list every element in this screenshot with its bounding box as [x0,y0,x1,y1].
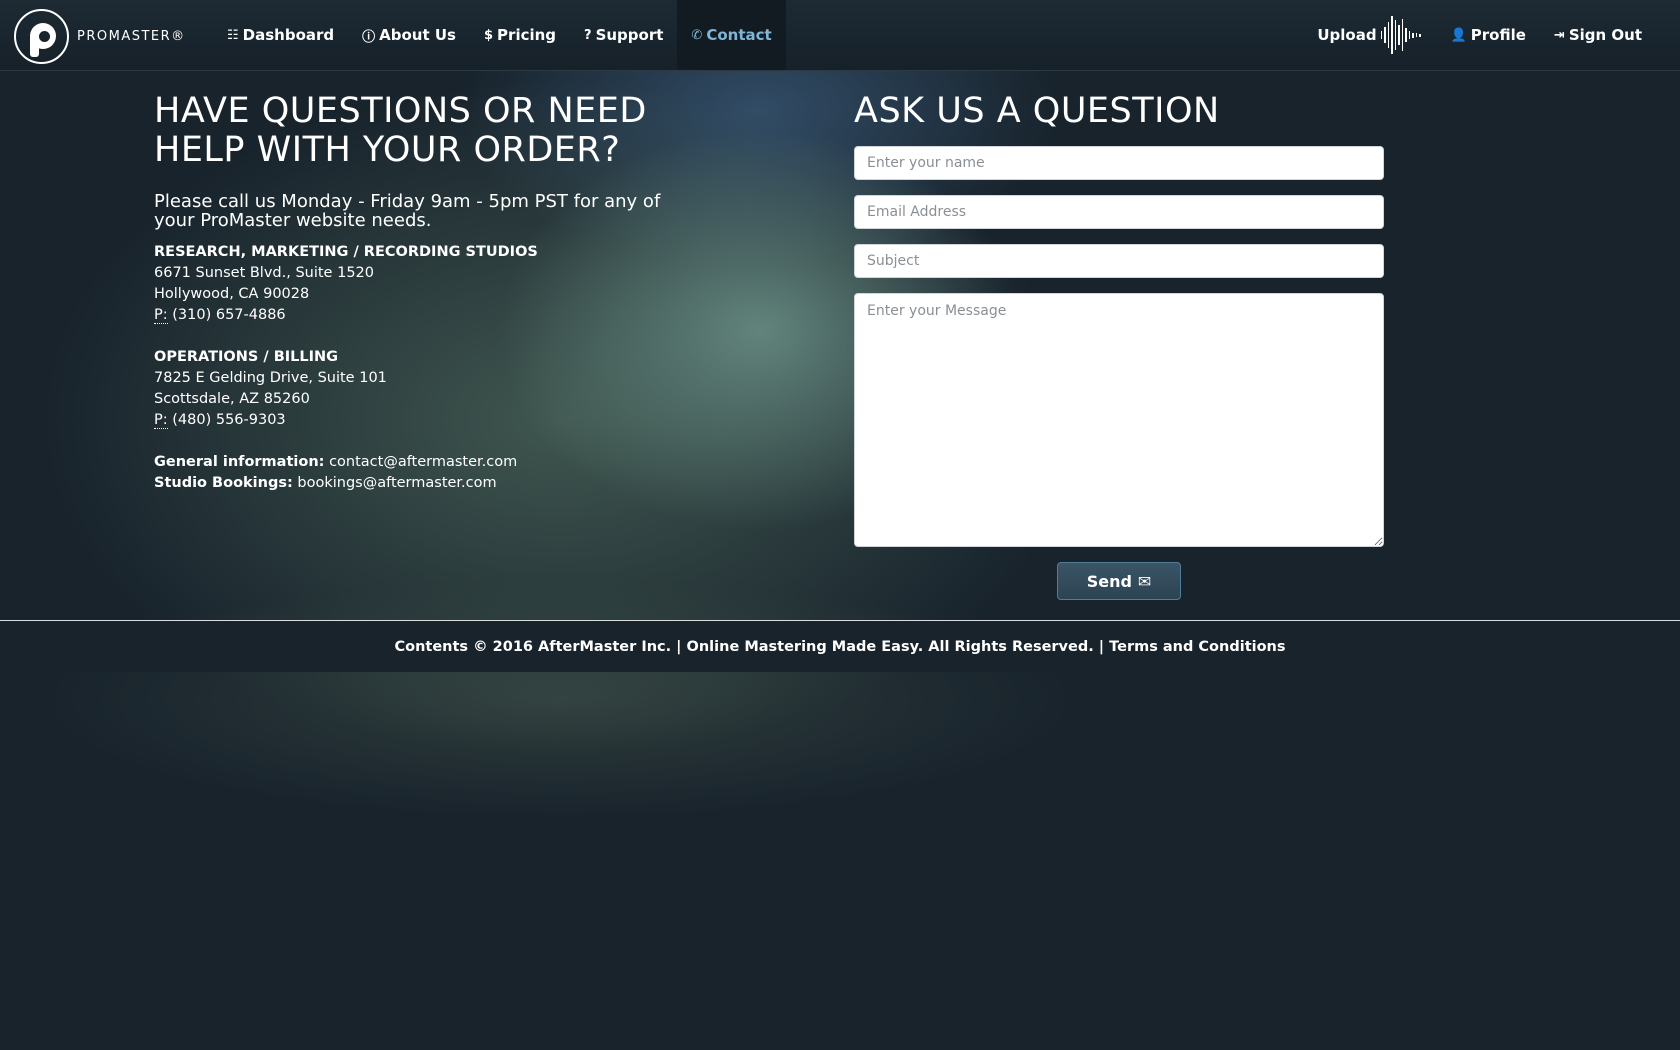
nav-contact-label: Contact [706,26,772,44]
bookings-email-link[interactable]: bookings@aftermaster.com [297,475,496,491]
office-phone: P: (480) 556-9303 [154,410,674,431]
nav-dashboard[interactable]: ☷ Dashboard [213,0,348,70]
nav-support-label: Support [595,26,664,44]
upload-label: Upload [1317,26,1377,44]
top-navbar: PROMASTER® ☷ Dashboard ⓘ About Us $ Pric… [0,0,1680,71]
terms-link[interactable]: Terms and Conditions [1109,639,1285,655]
office-address-line1: 7825 E Gelding Drive, Suite 101 [154,370,387,386]
general-email-link[interactable]: contact@aftermaster.com [329,454,517,470]
phone-icon: ✆ [691,27,703,43]
office-address-line2: Scottsdale, AZ 85260 [154,391,310,407]
nav-about-us-label: About Us [379,26,456,44]
email-input[interactable] [854,195,1384,229]
footer-text: Contents © 2016 AfterMaster Inc. | Onlin… [394,638,1105,655]
upload-button[interactable]: Upload [1303,0,1436,70]
promaster-p-logo-icon [14,8,69,64]
soundwave-icon [1380,15,1423,55]
sign-out-icon: ⇥ [1553,27,1565,43]
general-info: General information: contact@aftermaster… [154,452,674,473]
sign-out-label: Sign Out [1568,26,1642,44]
studio-bookings: Studio Bookings: bookings@aftermaster.co… [154,473,674,494]
envelope-icon: ✉ [1137,571,1152,591]
nav-pricing[interactable]: $ Pricing [470,0,570,70]
brand-name: PROMASTER® [77,28,186,44]
contact-intro: Please call us Monday - Friday 9am - 5pm… [154,191,661,231]
office-phone: P: (310) 657-4886 [154,305,674,326]
office-address-line1: 6671 Sunset Blvd., Suite 1520 [154,265,374,281]
user-icon: 👤 [1450,27,1467,43]
profile-button[interactable]: 👤 Profile [1437,0,1540,70]
nav-dashboard-label: Dashboard [242,26,335,44]
info-circle-icon: ⓘ [362,29,376,45]
nav-contact[interactable]: ✆ Contact [677,0,786,70]
contact-heading: HAVE QUESTIONS OR NEED HELP WITH YOUR OR… [154,91,647,170]
subject-input[interactable] [854,244,1384,278]
question-circle-icon: ? [584,27,592,43]
name-input[interactable] [854,146,1384,180]
office-research: RESEARCH, MARKETING / RECORDING STUDIOS … [154,242,674,494]
studio-bookings-label: Studio Bookings: [154,475,293,491]
phone-prefix: P: [154,307,168,324]
page-footer: Contents © 2016 AfterMaster Inc. | Onlin… [0,621,1680,672]
question-form: ASK US A QUESTION Send ✉ [854,92,1384,600]
nav-support[interactable]: ? Support [570,0,677,70]
brand-logo[interactable]: PROMASTER® [14,8,186,64]
phone-number: (310) 657-4886 [172,307,286,323]
nav-pricing-label: Pricing [497,26,557,44]
phone-number: (480) 556-9303 [172,412,286,428]
sliders-icon: ☷ [227,27,239,43]
user-nav: Upload 👤 Profile ⇥ Sign Out [1303,0,1656,70]
send-button[interactable]: Send ✉ [1057,562,1181,600]
sign-out-button[interactable]: ⇥ Sign Out [1540,0,1656,70]
main-nav: ☷ Dashboard ⓘ About Us $ Pricing ? Suppo… [213,0,786,70]
office-title: RESEARCH, MARKETING / RECORDING STUDIOS [154,244,538,260]
contact-info: HAVE QUESTIONS OR NEED HELP WITH YOUR OR… [154,92,674,494]
form-heading: ASK US A QUESTION [854,91,1220,131]
profile-label: Profile [1470,26,1526,44]
phone-prefix: P: [154,412,168,429]
message-textarea[interactable] [854,293,1384,547]
general-info-label: General information: [154,454,325,470]
office-address-line2: Hollywood, CA 90028 [154,286,310,302]
nav-about-us[interactable]: ⓘ About Us [348,0,470,70]
office-title: OPERATIONS / BILLING [154,349,339,365]
dollar-icon: $ [484,27,494,43]
send-label: Send [1086,571,1132,591]
